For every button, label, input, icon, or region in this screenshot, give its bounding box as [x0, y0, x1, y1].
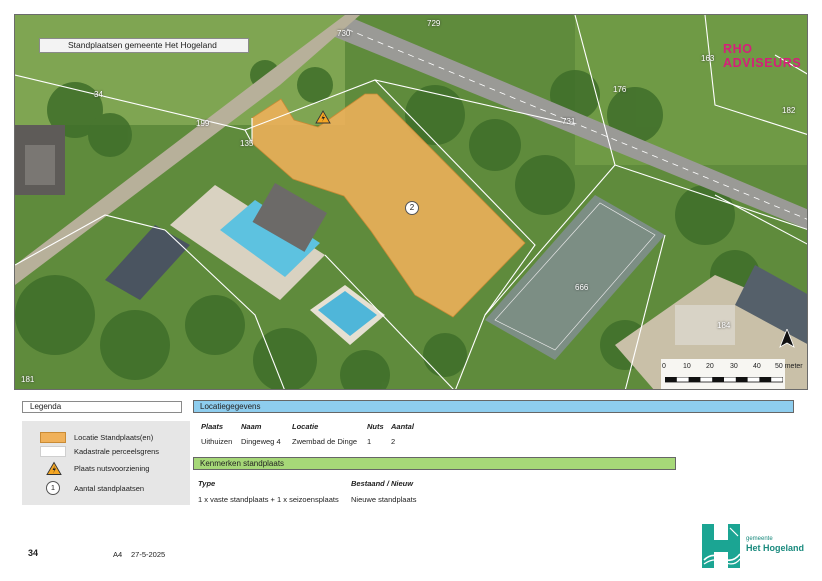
cell-plaats: Uithuizen	[201, 437, 233, 446]
scale-label: 40	[753, 363, 761, 370]
aerial-map[interactable]: Standplaatsen gemeente Het Hogeland RHO …	[14, 14, 808, 390]
north-arrow-icon	[779, 329, 795, 348]
cell-locatie: Zwembad de Dinge	[292, 437, 358, 446]
scale-label: 20	[706, 363, 714, 370]
column-header-nuts: Nuts	[367, 422, 384, 431]
scale-label: 30	[730, 363, 738, 370]
cell-type: 1 x vaste standplaats + 1 x seizoensplaa…	[198, 495, 339, 504]
parcel-number: 730	[337, 29, 351, 38]
legend-label: Locatie Standplaats(en)	[74, 433, 154, 442]
legend-item: Kadastrale perceelsgrens	[22, 445, 190, 459]
rho-adviseurs-logo: RHO ADVISEURS	[723, 42, 802, 70]
legend-item: 1 Aantal standplaatsen	[22, 481, 190, 496]
column-header-bestaand-nieuw: Bestaand / Nieuw	[351, 479, 414, 488]
parcel-number: 729	[427, 19, 441, 28]
parcel-number: 163	[701, 54, 715, 63]
kenmerken-header: Kenmerken standplaats	[193, 457, 676, 470]
column-header-aantal: Aantal	[391, 422, 414, 431]
page-number: 34	[28, 548, 39, 558]
legend-label: Aantal standplaatsen	[74, 484, 145, 493]
logo-subtitle: gemeente	[746, 536, 773, 542]
cell-bestaand-nieuw: Nieuwe standplaats	[351, 495, 417, 504]
cell-nuts: 1	[367, 437, 372, 446]
scale-label: 10	[683, 363, 691, 370]
legend-title: Legenda	[22, 401, 182, 413]
legend-label: Plaats nutsvoorziening	[74, 464, 150, 473]
count-circle-icon: 1	[46, 481, 60, 495]
parcel-number: 184	[717, 321, 731, 330]
warning-icon[interactable]	[315, 110, 331, 124]
column-header-plaats: Plaats	[201, 422, 224, 431]
parcel-number: 135	[240, 139, 254, 148]
gemeente-het-hogeland-logo: gemeente Het Hogeland	[702, 524, 805, 568]
parcel-number: 199	[196, 119, 210, 128]
count-marker[interactable]: 2	[405, 201, 419, 215]
scale-label: 50 meter	[775, 363, 803, 370]
column-header-type: Type	[198, 479, 216, 488]
legend-item: Locatie Standplaats(en)	[22, 431, 190, 445]
cell-naam: Dingeweg 4	[241, 437, 281, 446]
locatie-header: Locatiegegevens	[193, 400, 794, 413]
logo-name: Het Hogeland	[746, 543, 805, 553]
scale-label: 0	[662, 363, 666, 370]
legend-label: Kadastrale perceelsgrens	[74, 447, 160, 456]
column-header-naam: Naam	[241, 422, 262, 431]
parcel-number: 181	[21, 375, 35, 384]
parcel-number: 182	[782, 106, 796, 115]
parcel-number: 176	[613, 85, 627, 94]
parcel-outline-swatch	[40, 446, 66, 457]
scalebar-graphic	[665, 377, 783, 383]
scalebar: 0 10 20 30 40 50 meter	[661, 359, 803, 389]
hogeland-emblem-icon	[702, 524, 741, 568]
warning-icon	[46, 461, 62, 475]
paper-size: A4	[113, 550, 123, 559]
legend: Locatie Standplaats(en) Kadastrale perce…	[22, 421, 190, 505]
map-title: Standplaatsen gemeente Het Hogeland	[39, 38, 249, 53]
legend-item: Plaats nutsvoorziening	[22, 461, 190, 476]
column-header-locatie: Locatie	[292, 422, 319, 431]
parcel-number: 34	[94, 90, 103, 99]
standplaats-swatch	[40, 432, 66, 443]
date: 27-5-2025	[131, 550, 166, 559]
parcel-number: 731	[562, 117, 576, 126]
cell-aantal: 2	[391, 437, 396, 446]
parcel-number: 666	[575, 283, 589, 292]
